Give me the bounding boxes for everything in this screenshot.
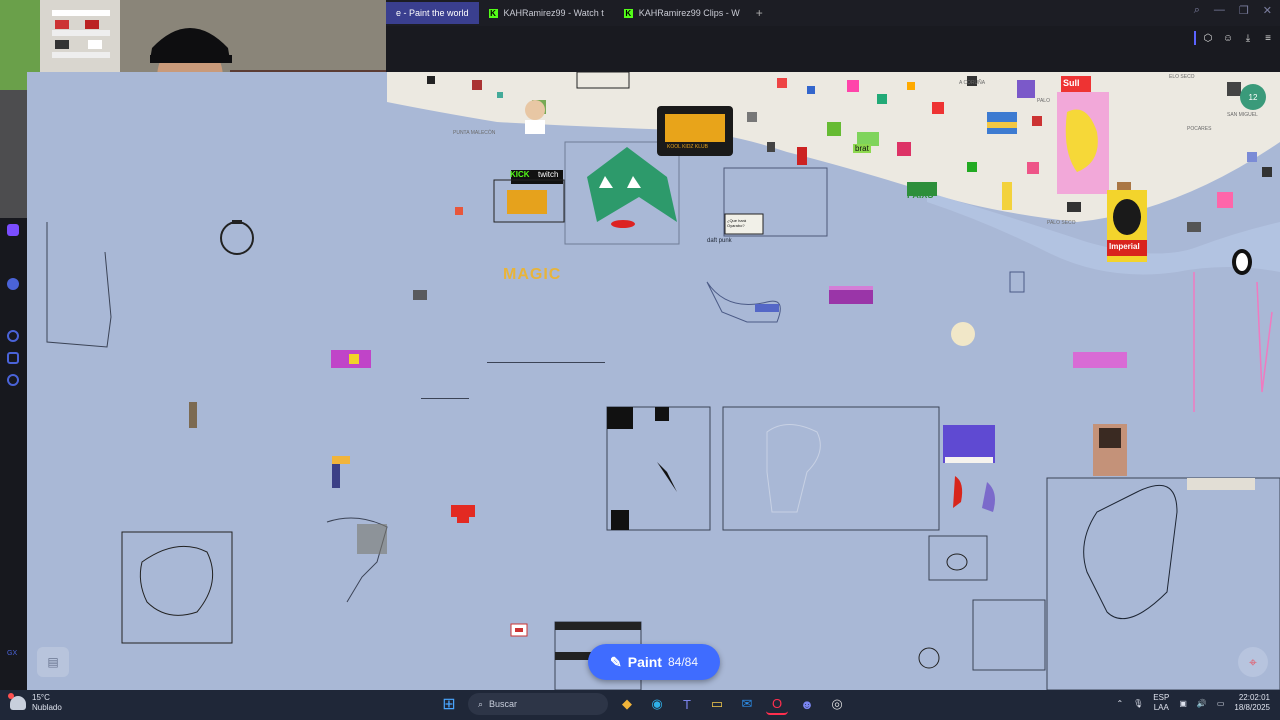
taskbar-apps: ⊞ ⌕ Buscar ◆ ◉ T ▭ ✉ O ☻ ◎ (438, 693, 848, 715)
address-bar-area (386, 26, 1280, 72)
twitch-icon[interactable] (7, 224, 19, 236)
canvas-artwork (46, 72, 1280, 690)
toolbar-divider (1194, 31, 1196, 45)
tab-label: e - Paint the world (396, 8, 469, 18)
map-label-elo-seco: ELO SECO (1169, 74, 1195, 80)
kool-kidz-sticker: KOOL KIDZ KLUB (667, 144, 708, 150)
paint-button-label: Paint (627, 654, 662, 670)
twitch-sticker: twitch (538, 170, 559, 179)
battery-icon[interactable]: ▭ (1217, 699, 1225, 708)
menu-icon[interactable]: ≡ (1262, 32, 1274, 44)
language-indicator[interactable]: ESP LAA (1153, 693, 1169, 713)
paint-button[interactable]: ✎ Paint 84/84 (588, 644, 720, 680)
search-placeholder: Buscar (489, 699, 518, 709)
tab-kick-clips[interactable]: K KAHRamirez99 Clips - W (614, 2, 750, 24)
edge-icon[interactable]: ◉ (646, 693, 668, 715)
search-tabs-icon[interactable]: ⌕ (1194, 4, 1200, 17)
system-tray: ⌃ 🎙 ESP LAA ▣ 🔊 ▭ 22:02:01 18/8/2025 (1116, 693, 1270, 713)
browser-sidebar: GX (0, 218, 27, 690)
weather-desc: Nublado (32, 703, 62, 712)
map-label-san-miguel: SAN MIGUEL (1227, 112, 1258, 118)
obs-icon[interactable]: ◎ (826, 693, 848, 715)
chat-icon[interactable] (7, 352, 19, 364)
paint-canvas[interactable]: KICK twitch MAGIC Sull Imperial KOOL KID… (27, 72, 1280, 690)
cloud-icon (8, 693, 26, 710)
browser-toolbar-icons: ⬡ ☺ ⤓ ≡ (1202, 32, 1274, 44)
close-button[interactable]: ✕ (1263, 4, 1272, 17)
microphone-icon[interactable]: 🎙 (1133, 699, 1143, 708)
minimize-button[interactable]: — (1214, 4, 1225, 17)
extensions-icon[interactable]: ⬡ (1202, 32, 1214, 44)
network-icon[interactable]: ▣ (1179, 699, 1187, 708)
canvas-sketches (46, 207, 1280, 690)
map-label-punta-malecon: PUNTA MALECÓN (453, 130, 496, 136)
new-tab-button[interactable]: + (750, 6, 769, 20)
level-badge-count: 12 (1248, 92, 1258, 102)
file-explorer-icon[interactable]: ▭ (706, 693, 728, 715)
copilot-icon[interactable]: ◆ (616, 693, 638, 715)
settings-icon[interactable] (7, 374, 19, 386)
clock-time: 22:02:01 (1238, 693, 1270, 702)
taskbar-search[interactable]: ⌕ Buscar (468, 693, 608, 715)
map-label-palo: PALO (1037, 98, 1050, 104)
brat-sticker: brat (853, 144, 871, 153)
volume-icon[interactable]: 🔊 (1197, 699, 1207, 708)
opera-gx-icon[interactable]: O (766, 693, 788, 715)
tray-overflow-icon[interactable]: ⌃ (1116, 699, 1123, 708)
browser-tab-bar: e - Paint the world K KAHRamirez99 - Wat… (386, 0, 1280, 26)
map-label-a-coruna: A CORUÑA (959, 80, 986, 86)
locate-button[interactable]: ⌖ (1238, 647, 1268, 677)
kick-icon: K (488, 8, 498, 18)
outlook-icon[interactable]: ✉ (736, 693, 758, 715)
teams-icon[interactable]: T (676, 693, 698, 715)
weather-temp: 15°C (32, 693, 50, 702)
imperial-sticker: Imperial (1109, 242, 1140, 251)
language-code: ESP (1153, 693, 1170, 702)
map-label-pocares: POCARES (1187, 126, 1212, 132)
paint-charges-count: 84/84 (667, 655, 698, 669)
sign-sticker: ¿Que hará Oyarabo? (727, 218, 747, 228)
weather-widget[interactable]: 15°C Nublado (8, 693, 62, 713)
download-icon[interactable]: ⤓ (1242, 32, 1254, 44)
sign-caption: daft punk (707, 238, 732, 244)
brush-icon: ✎ (610, 653, 622, 670)
windows-start-icon[interactable]: ⊞ (438, 693, 460, 715)
sull-sticker: Sull (1063, 78, 1080, 88)
map-label-palo-seco: PALO SECO (1047, 220, 1076, 226)
taskbar: 15°C Nublado ⊞ ⌕ Buscar ◆ ◉ T ▭ ✉ O ☻ ◎ … (0, 690, 1280, 720)
keyboard-layout: LAA (1153, 703, 1169, 712)
kick-sticker: KICK (510, 170, 530, 179)
kick-icon: K (623, 8, 633, 18)
magic-sticker: MAGIC (503, 266, 562, 283)
history-icon[interactable] (7, 330, 19, 342)
gx-icon[interactable]: GX (7, 650, 19, 662)
discord-icon[interactable]: ☻ (796, 693, 818, 715)
tab-label: KAHRamirez99 - Watch t (503, 8, 604, 18)
tab-kick-watch[interactable]: K KAHRamirez99 - Watch t (479, 2, 614, 24)
screen: e - Paint the world K KAHRamirez99 - Wat… (0, 0, 1280, 720)
layers-icon: ▤ (47, 655, 59, 669)
location-pin-icon: ⌖ (1249, 653, 1257, 670)
maximize-button[interactable]: ❐ (1239, 4, 1249, 17)
window-controls: ⌕ — ❐ ✕ (1194, 4, 1272, 17)
tab-paint-the-world[interactable]: e - Paint the world (386, 2, 479, 24)
clock[interactable]: 22:02:01 18/8/2025 (1234, 693, 1270, 713)
level-badge: 12 (1240, 84, 1266, 110)
paixs-sticker: PAIXS (907, 190, 934, 200)
layers-button[interactable]: ▤ (37, 647, 69, 677)
profile-icon[interactable]: ☺ (1222, 32, 1234, 44)
search-icon: ⌕ (478, 698, 484, 709)
clock-date: 18/8/2025 (1234, 703, 1270, 712)
messenger-icon[interactable] (7, 278, 19, 290)
tab-label: KAHRamirez99 Clips - W (638, 8, 740, 18)
